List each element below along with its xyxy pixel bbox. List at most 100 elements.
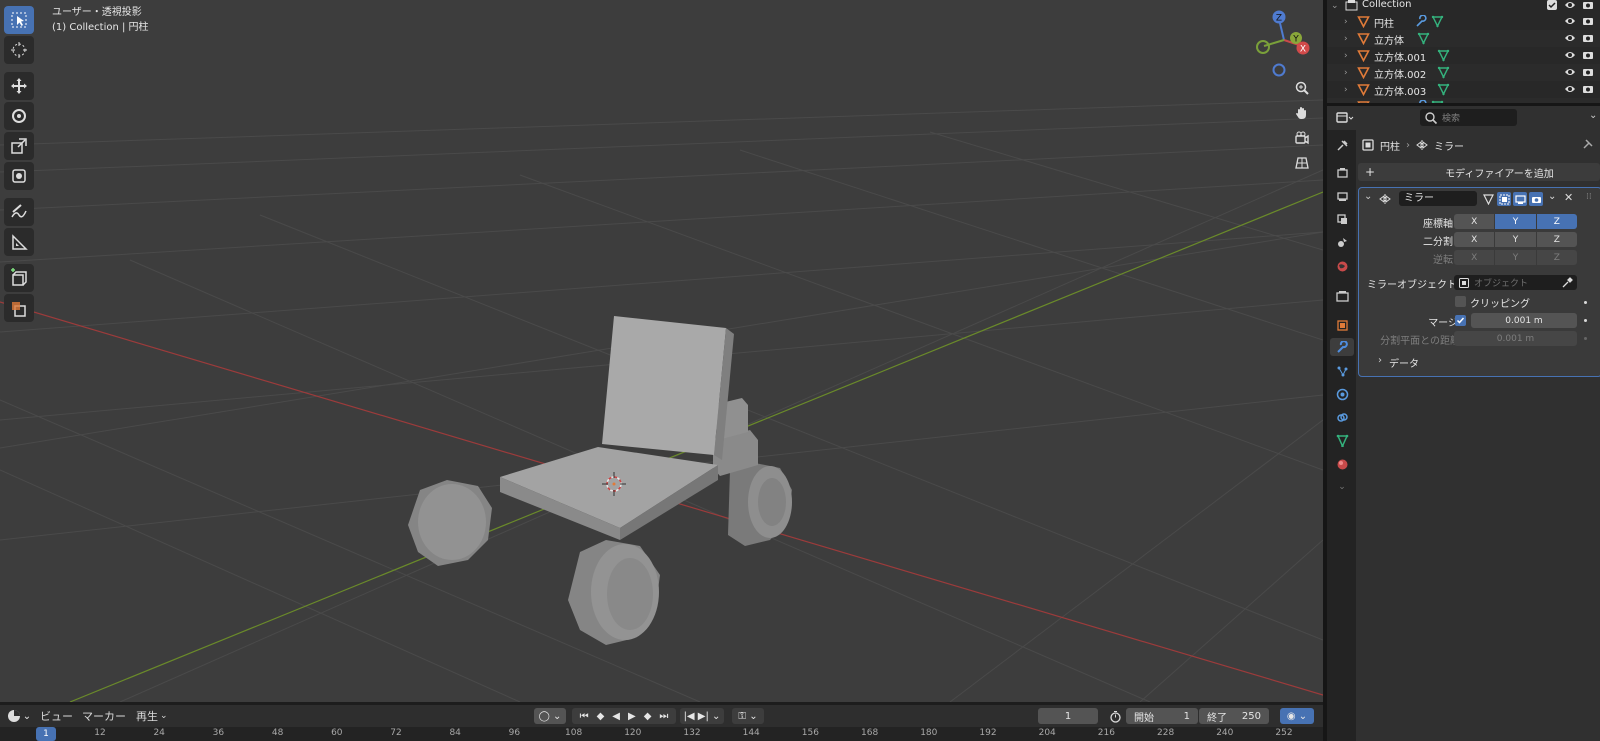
axis-z-toggle[interactable]: Z — [1536, 214, 1577, 229]
measure-icon[interactable] — [4, 228, 34, 256]
close-icon[interactable]: ✕ — [1564, 191, 1573, 204]
frame-start-field[interactable]: 開始 1 — [1126, 708, 1198, 724]
edit-mode-icon[interactable] — [1497, 192, 1511, 206]
tab-physics[interactable] — [1333, 385, 1351, 403]
flip-z-toggle[interactable]: Z — [1536, 250, 1577, 265]
merge-checkbox[interactable] — [1455, 315, 1466, 326]
eyedropper-icon[interactable] — [1561, 276, 1573, 289]
tab-view-layer[interactable] — [1333, 210, 1351, 228]
subframe-controls[interactable]: |◀ ▶| ⌄ — [680, 708, 724, 724]
mesh-data-icon[interactable] — [1417, 32, 1430, 45]
annotate-icon[interactable] — [4, 198, 34, 226]
frame-indicator[interactable]: 1 — [36, 727, 56, 741]
stopwatch-icon[interactable] — [1107, 708, 1123, 724]
camera-icon[interactable] — [1582, 49, 1594, 61]
expand-chevron-icon[interactable]: › — [1344, 51, 1348, 61]
tab-collection[interactable] — [1333, 286, 1351, 304]
tab-render[interactable] — [1333, 163, 1351, 181]
mesh-data-icon[interactable] — [1437, 49, 1450, 62]
keying-toggle[interactable]: ◯ ⌄ — [534, 708, 566, 724]
eye-icon[interactable] — [1564, 49, 1576, 61]
move-icon[interactable] — [4, 72, 34, 100]
outliner-item[interactable]: › 立方体.001 — [1327, 47, 1600, 64]
cursor-icon[interactable] — [4, 36, 34, 64]
zoom-icon[interactable] — [1290, 76, 1314, 100]
bisect-distance-field[interactable]: 0.001 m — [1454, 331, 1577, 346]
properties-editor-type-icon[interactable] — [1335, 110, 1355, 126]
eye-icon[interactable] — [1564, 83, 1576, 95]
jump-start-icon[interactable]: ⏮ — [580, 711, 589, 722]
edit-mode-cage-icon[interactable] — [1481, 192, 1495, 206]
properties-search-field[interactable]: 検索 — [1420, 109, 1517, 126]
flip-y-toggle[interactable]: Y — [1495, 250, 1536, 265]
tab-constraints[interactable] — [1333, 408, 1351, 426]
chevron-down-icon[interactable]: ⌄ — [22, 708, 32, 724]
3d-viewport[interactable]: ユーザー・透視投影 (1) Collection | 円柱 Z Y X — [0, 0, 1323, 702]
outliner-item[interactable]: › 立方体.003 — [1327, 81, 1600, 98]
camera-view-icon[interactable] — [1290, 126, 1314, 150]
tab-scene[interactable] — [1333, 233, 1351, 251]
menu-view[interactable]: ビュー — [40, 708, 73, 724]
eye-icon[interactable] — [1564, 0, 1576, 11]
data-subpanel-label[interactable]: データ — [1389, 355, 1419, 370]
keyframe-dot[interactable] — [1584, 301, 1587, 304]
playback-dropdown-chevron[interactable]: ⌄ — [160, 711, 168, 721]
mirror-object-field[interactable]: オブジェクト — [1454, 275, 1577, 290]
pin-icon[interactable] — [1582, 138, 1594, 150]
outliner-item[interactable]: › 立方体.002 — [1327, 64, 1600, 81]
header-options-chevron[interactable]: ⌄ — [1589, 110, 1597, 121]
play-icon[interactable]: ▶ — [628, 711, 636, 722]
modifier-dropdown-chevron-icon[interactable]: ⌄ — [1548, 191, 1556, 202]
expand-chevron-icon[interactable]: › — [1344, 85, 1348, 95]
tab-tool[interactable] — [1333, 136, 1351, 154]
expand-chevron-icon[interactable]: › — [1344, 34, 1348, 44]
keyframe-dot[interactable] — [1584, 337, 1587, 340]
tabs-more-chevron[interactable]: ⌄ — [1333, 478, 1351, 496]
pan-hand-icon[interactable] — [1290, 101, 1314, 125]
panel-collapse-chevron-icon[interactable]: ⌄ — [1364, 191, 1372, 202]
frame-end-field[interactable]: 終了 250 — [1199, 708, 1269, 724]
merge-distance-field[interactable]: 0.001 m — [1471, 313, 1577, 328]
add-cube-icon[interactable] — [4, 264, 34, 292]
navigation-gizmo[interactable]: Z Y X — [1248, 4, 1318, 84]
modifier-name-field[interactable]: ミラー — [1399, 191, 1477, 206]
bisect-y-toggle[interactable]: Y — [1495, 232, 1536, 247]
subpanel-chevron-icon[interactable]: › — [1378, 355, 1382, 366]
select-box-icon[interactable] — [4, 6, 34, 34]
mesh-data-icon[interactable] — [1431, 15, 1444, 28]
next-keyframe-icon[interactable]: ◆ — [644, 711, 652, 722]
keyframe-dot[interactable] — [1584, 319, 1587, 322]
mesh-data-icon[interactable] — [1437, 66, 1450, 79]
mesh-data-icon[interactable] — [1437, 83, 1450, 96]
camera-icon[interactable] — [1582, 0, 1594, 11]
collapse-chevron-icon[interactable]: ⌄ — [1331, 1, 1339, 11]
axis-y-toggle[interactable]: Y — [1495, 214, 1536, 229]
render-camera-icon[interactable] — [1529, 192, 1543, 206]
flip-x-toggle[interactable]: X — [1454, 250, 1495, 265]
outliner[interactable]: ⌄ Collection › 円柱 › 立方体 › 立方体.001 › 立方体.002 › 立方体… — [1327, 0, 1600, 103]
camera-icon[interactable] — [1582, 32, 1594, 44]
outliner-item[interactable]: › 円柱 — [1327, 13, 1600, 30]
prev-keyframe-icon[interactable]: ◆ — [597, 711, 605, 722]
menu-marker[interactable]: マーカー — [82, 708, 126, 724]
editor-type-icon[interactable] — [6, 708, 22, 724]
current-frame-field[interactable]: 1 — [1038, 708, 1098, 724]
bisect-z-toggle[interactable]: Z — [1536, 232, 1577, 247]
menu-playback[interactable]: 再生 — [136, 708, 158, 724]
camera-icon[interactable] — [1582, 66, 1594, 78]
tab-output[interactable] — [1333, 187, 1351, 205]
ortho-grid-icon[interactable] — [1290, 151, 1314, 175]
outliner-item[interactable]: › 立方体 — [1327, 30, 1600, 47]
camera-icon[interactable] — [1582, 15, 1594, 27]
camera-icon[interactable] — [1582, 83, 1594, 95]
add-modifier-button[interactable]: + モディファイアーを追加 — [1358, 163, 1600, 181]
bisect-x-toggle[interactable]: X — [1454, 232, 1495, 247]
drag-handle-icon[interactable]: ⁞⁞ — [1586, 192, 1592, 202]
timeline-ruler[interactable]: 1 12 24 36 48 60 72 84 96 108 120 132 144 156 168 180 1… — [0, 727, 1323, 741]
gizmo-neg-y[interactable] — [1256, 40, 1270, 54]
auto-key-toggle[interactable]: ⚿ ⌄ — [732, 708, 764, 724]
wrench-icon[interactable] — [1415, 15, 1428, 28]
outliner-collection-row[interactable]: ⌄ Collection — [1327, 0, 1600, 14]
exclude-checkbox-icon[interactable] — [1546, 0, 1558, 11]
transform-icon[interactable] — [4, 162, 34, 190]
